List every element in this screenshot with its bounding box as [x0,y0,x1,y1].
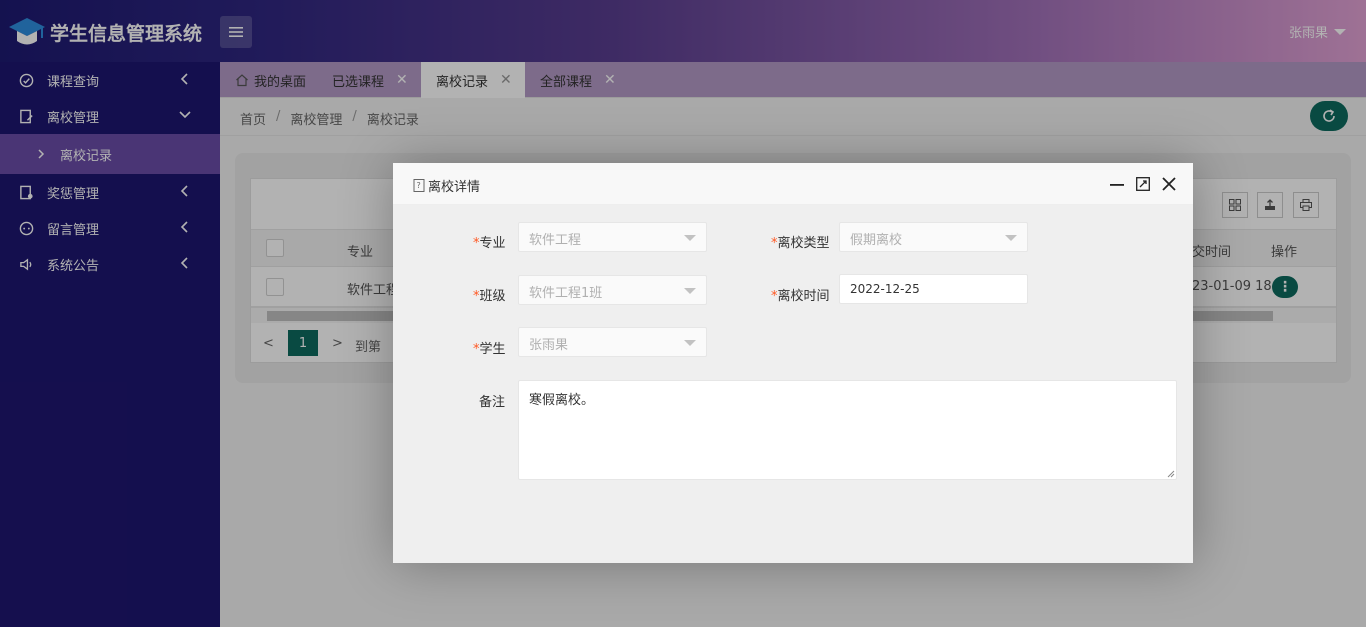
major-label: *专业 [473,236,506,251]
chevron-down-icon [684,288,696,294]
maximize-button[interactable] [1135,176,1151,192]
major-select[interactable]: 软件工程 [518,222,707,252]
student-select[interactable]: 张雨果 [518,327,707,357]
dialog-title: ? 离校详情 [413,176,480,195]
chevron-down-icon [684,235,696,241]
class-label: *班级 [473,289,506,304]
student-select-value: 张雨果 [529,338,569,353]
class-select-value: 软件工程1班 [529,286,603,301]
remark-label: 备注 [479,395,506,410]
svg-text:?: ? [417,181,421,190]
close-button[interactable] [1161,176,1177,192]
leave-time-label: *离校时间 [771,289,830,304]
document-help-icon: ? [413,179,425,192]
student-label: *学生 [473,342,506,357]
leave-detail-dialog: ? 离校详情 *专业 软件工程 *离校类型 假期离校 *班级 软件工程1班 *离… [393,163,1193,563]
minimize-icon [1110,184,1124,186]
close-icon [1162,177,1176,191]
dialog-title-text: 离校详情 [428,180,481,195]
leave-type-select-value: 假期离校 [850,233,903,248]
resize-handle-icon[interactable] [1167,470,1175,478]
major-select-value: 软件工程 [529,233,582,248]
minimize-button[interactable] [1109,176,1125,192]
class-select[interactable]: 软件工程1班 [518,275,707,305]
leave-time-input[interactable]: 2022-12-25 [839,274,1028,304]
leave-type-select[interactable]: 假期离校 [839,222,1028,252]
maximize-icon [1136,177,1150,191]
remark-textarea[interactable]: 寒假离校。 [518,380,1177,480]
dialog-header: ? 离校详情 [393,163,1193,205]
chevron-down-icon [684,340,696,346]
leave-type-label: *离校类型 [771,236,830,251]
remark-text: 寒假离校。 [529,393,595,408]
chevron-down-icon [1005,235,1017,241]
